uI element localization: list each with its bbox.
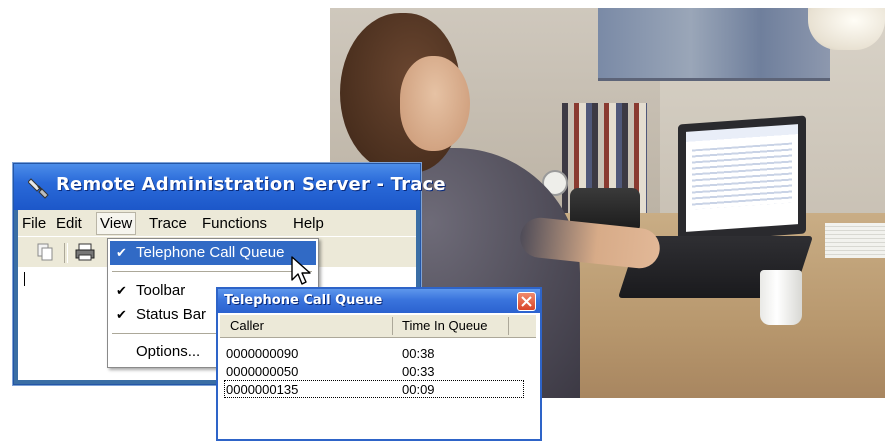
menu-item-label: Options... [136, 343, 201, 360]
time-cell: 00:33 [402, 364, 435, 379]
print-icon[interactable] [74, 242, 96, 262]
column-header-caller[interactable]: Caller [230, 318, 264, 333]
menu-separator [112, 271, 312, 272]
painting [598, 8, 830, 81]
dialog-title: Telephone Call Queue [224, 293, 383, 308]
check-icon: ✔ [116, 245, 127, 260]
copy-icon[interactable] [34, 242, 56, 262]
laptop-screen [678, 115, 806, 243]
text-caret [24, 272, 25, 286]
window-title: Remote Administration Server - Trace [56, 174, 446, 195]
check-icon: ✔ [116, 283, 127, 298]
table-row[interactable]: 0000000050 00:33 [224, 362, 524, 380]
coffee-mug [760, 270, 802, 325]
column-divider[interactable] [508, 317, 509, 335]
call-queue-dialog: Telephone Call Queue Caller Time In Queu… [216, 287, 542, 441]
woman-face [400, 56, 470, 151]
close-icon [521, 296, 532, 307]
papers [825, 223, 885, 258]
menu-item-label: Telephone Call Queue [136, 244, 285, 261]
menu-trace[interactable]: Trace [149, 215, 187, 232]
menu-help[interactable]: Help [293, 215, 324, 232]
menu-bar: File Edit View Trace Functions Help [18, 210, 416, 236]
dialog-title-bar[interactable]: Telephone Call Queue [218, 289, 540, 313]
menu-view[interactable]: View [96, 212, 137, 235]
mouse-cursor-icon [291, 256, 311, 285]
satellite-icon [28, 178, 49, 199]
table-row[interactable]: 0000000135 00:09 [224, 380, 524, 398]
menu-file[interactable]: File [22, 215, 46, 232]
list-header: Caller Time In Queue [220, 315, 536, 338]
menu-item-label: Status Bar [136, 306, 207, 323]
menu-edit[interactable]: Edit [56, 215, 82, 232]
close-button[interactable] [517, 292, 536, 311]
menu-functions[interactable]: Functions [202, 215, 267, 232]
toolbar-separator [64, 243, 68, 263]
title-bar[interactable]: Remote Administration Server - Trace [14, 164, 446, 210]
menu-item-label: Toolbar [136, 282, 186, 299]
column-header-time[interactable]: Time In Queue [402, 318, 488, 333]
table-row[interactable]: 0000000090 00:38 [224, 344, 524, 362]
caller-cell: 0000000050 [226, 364, 299, 379]
caller-cell: 0000000135 [226, 382, 299, 397]
time-cell: 00:38 [402, 346, 435, 361]
time-cell: 00:09 [402, 382, 435, 397]
check-icon: ✔ [116, 307, 127, 322]
column-divider[interactable] [392, 317, 393, 335]
menu-item-telephone-call-queue[interactable]: ✔ Telephone Call Queue [110, 241, 316, 265]
caller-cell: 0000000090 [226, 346, 299, 361]
